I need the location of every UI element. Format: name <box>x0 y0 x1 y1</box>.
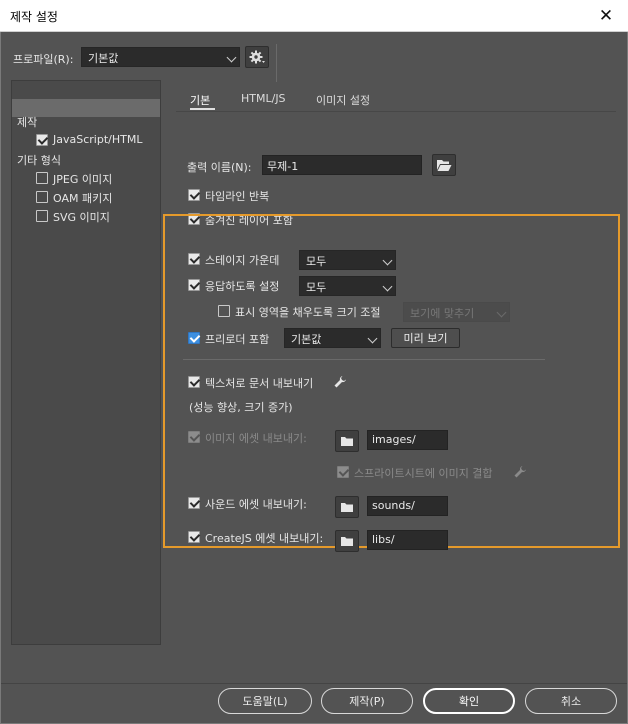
window-title: 제작 설정 <box>10 10 58 24</box>
profile-select-value: 기본값 <box>88 52 119 65</box>
sprite-sheet-checkbox[interactable] <box>337 466 349 478</box>
sprite-sheet-label: 스프라이트시트에 이미지 결합 <box>354 467 493 480</box>
center-stage-value: 모두 <box>306 255 327 268</box>
tab-divider <box>176 111 616 112</box>
toolbar-divider <box>276 44 277 82</box>
gear-icon <box>249 50 265 64</box>
texture-export-label: 텍스처로 문서 내보내기 <box>205 377 314 390</box>
chevron-down-icon <box>382 255 393 266</box>
footer-divider <box>1 683 627 684</box>
image-assets-checkbox[interactable] <box>188 431 200 443</box>
folder-open-icon <box>437 159 452 171</box>
responsive-checkbox[interactable] <box>188 279 200 291</box>
chevron-down-icon <box>496 307 507 318</box>
sidebar-section-other-formats: 기타 형식 <box>17 154 61 167</box>
tab-image-settings[interactable]: 이미지 설정 <box>316 92 370 108</box>
cancel-button[interactable]: 취소 <box>525 688 617 714</box>
texture-export-note: (성능 향상, 크기 증가) <box>189 401 293 414</box>
responsive-value: 모두 <box>306 281 327 294</box>
chevron-down-icon <box>382 281 393 292</box>
sidebar-item-javascript-html[interactable]: JavaScript/HTML <box>53 133 142 146</box>
image-assets-folder-button[interactable] <box>335 430 359 452</box>
publish-button[interactable]: 제작(P) <box>321 688 413 714</box>
center-stage-select[interactable]: 모두 <box>299 250 396 270</box>
settings-button[interactable] <box>245 46 269 68</box>
chevron-down-icon <box>367 333 378 344</box>
preview-button[interactable]: 미리 보기 <box>391 328 460 348</box>
active-tab-indicator <box>190 108 215 110</box>
responsive-select[interactable]: 모두 <box>299 276 396 296</box>
folder-icon <box>341 502 353 512</box>
scale-to-fill-value: 보기에 맞추기 <box>410 307 475 320</box>
sidebar-oam-checkbox[interactable] <box>36 191 48 203</box>
wrench-icon[interactable] <box>333 375 347 389</box>
folder-icon <box>341 436 353 446</box>
preloader-value: 기본값 <box>291 333 322 346</box>
sidebar-section-publish: 제작 <box>17 116 38 129</box>
center-stage-label: 스테이지 가운데 <box>205 254 280 267</box>
sound-assets-checkbox[interactable] <box>188 497 200 509</box>
preloader-checkbox[interactable] <box>188 332 200 344</box>
createjs-assets-label: CreateJS 에셋 내보내기: <box>205 532 324 545</box>
loop-timeline-label: 타임라인 반복 <box>205 190 270 203</box>
sidebar-svg-checkbox[interactable] <box>36 210 48 222</box>
scale-to-fill-label: 표시 영역을 채우도록 크기 조절 <box>235 306 381 319</box>
createjs-assets-path-input[interactable]: libs/ <box>367 530 448 550</box>
center-stage-checkbox[interactable] <box>188 253 200 265</box>
tab-basic[interactable]: 기본 <box>190 92 210 108</box>
wrench-icon <box>514 466 526 478</box>
texture-export-checkbox[interactable] <box>188 376 200 388</box>
sidebar-item-svg[interactable]: SVG 이미지 <box>53 209 110 225</box>
sound-assets-folder-button[interactable] <box>335 496 359 518</box>
output-name-input[interactable]: 무제-1 <box>262 155 422 175</box>
profile-label: 프로파일(R): <box>13 53 74 66</box>
sidebar-item-jpeg[interactable]: JPEG 이미지 <box>53 171 112 187</box>
image-assets-label: 이미지 에셋 내보내기: <box>205 432 307 445</box>
sidebar-js-checkbox[interactable] <box>36 134 48 146</box>
section-divider <box>183 359 545 360</box>
preloader-select[interactable]: 기본값 <box>284 328 381 348</box>
sound-assets-label: 사운드 에셋 내보내기: <box>205 498 307 511</box>
createjs-assets-checkbox[interactable] <box>188 531 200 543</box>
title-bar: 제작 설정 ✕ <box>0 0 628 32</box>
preloader-label: 프리로더 포함 <box>205 333 270 346</box>
sound-assets-path-input[interactable]: sounds/ <box>367 496 448 516</box>
sidebar-jpeg-checkbox[interactable] <box>36 172 48 184</box>
chevron-down-icon <box>226 52 237 63</box>
help-button[interactable]: 도움말(L) <box>218 688 312 714</box>
sidebar-item-oam[interactable]: OAM 패키지 <box>53 190 112 206</box>
close-icon[interactable]: ✕ <box>584 0 628 31</box>
folder-icon <box>341 536 353 546</box>
browse-output-button[interactable] <box>432 154 456 176</box>
loop-timeline-checkbox[interactable] <box>188 189 200 201</box>
ok-button[interactable]: 확인 <box>423 688 515 714</box>
scale-to-fill-checkbox[interactable] <box>218 305 230 317</box>
output-name-label: 출력 이름(N): <box>187 161 252 174</box>
responsive-label: 응답하도록 설정 <box>205 280 280 293</box>
scale-to-fill-select[interactable]: 보기에 맞추기 <box>403 302 510 322</box>
tab-html-js[interactable]: HTML/JS <box>241 92 286 105</box>
image-assets-path-input[interactable]: images/ <box>367 430 448 450</box>
profile-select[interactable]: 기본값 <box>81 47 240 67</box>
createjs-assets-folder-button[interactable] <box>335 530 359 552</box>
